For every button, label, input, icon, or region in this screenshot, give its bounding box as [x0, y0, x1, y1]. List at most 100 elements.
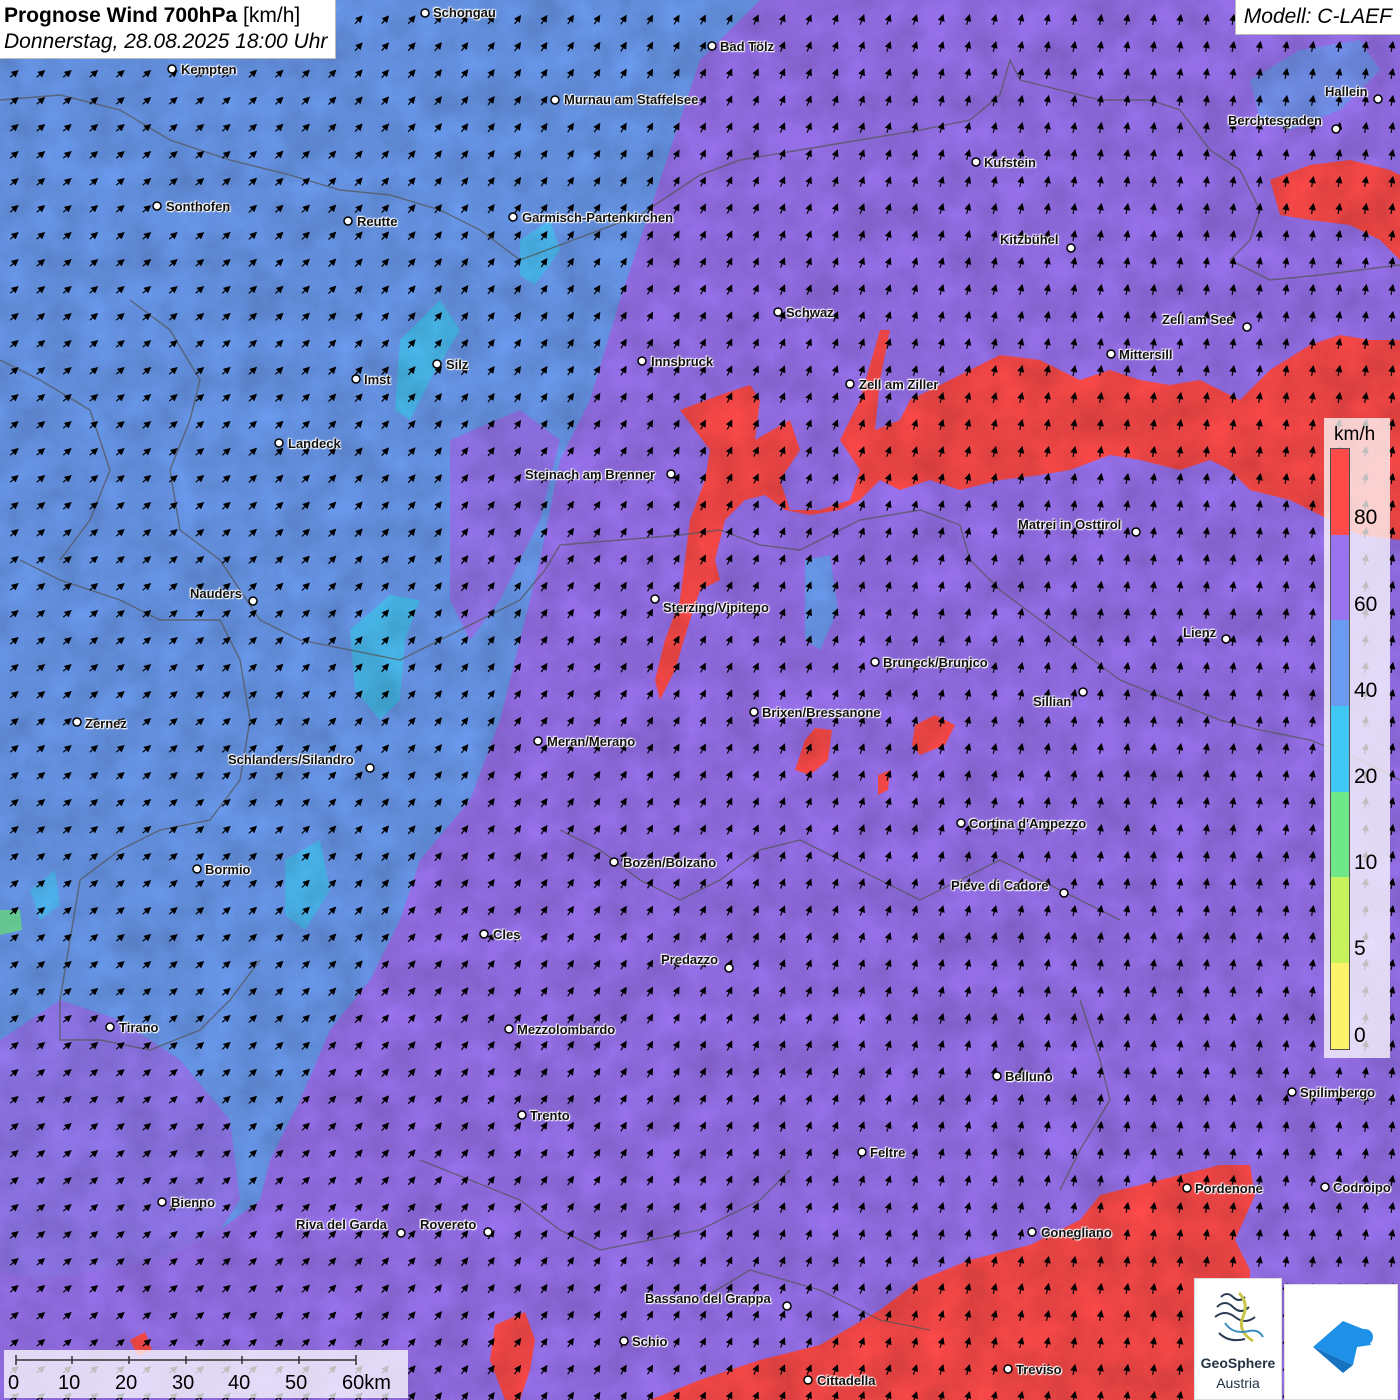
city-label: Sterzing/Vipiteno	[663, 600, 769, 615]
legend-label-20: 20	[1354, 765, 1378, 788]
city-dot	[274, 438, 284, 448]
city-label: Zernez	[85, 716, 127, 731]
legend-seg-1	[1331, 534, 1349, 621]
city-label: Predazzo	[661, 952, 719, 967]
city-label: Tirano	[119, 1020, 159, 1035]
legend-seg-5	[1331, 877, 1349, 964]
city-label: Nauders	[190, 586, 243, 601]
city-label: Trento	[530, 1108, 570, 1123]
city-dot	[724, 963, 734, 973]
city-dot	[1373, 94, 1383, 104]
city-dot	[105, 1022, 115, 1032]
city-dot	[517, 1110, 527, 1120]
city-dot	[845, 379, 855, 389]
city-dot	[1320, 1182, 1330, 1192]
city-dot	[167, 64, 177, 74]
scale-label-50: 50	[285, 1372, 308, 1394]
legend-label-0: 0	[1354, 1024, 1366, 1047]
city-label: Bozen/Bolzano	[623, 855, 717, 870]
title-unit: [km/h]	[243, 4, 301, 27]
city-label: Zell am See	[1162, 312, 1234, 327]
city-label: Belluno	[1005, 1069, 1053, 1084]
scale-label-60km: 60km	[342, 1372, 391, 1394]
legend-label-5: 5	[1354, 937, 1366, 960]
city-label: Lienz	[1183, 625, 1217, 640]
city-dot	[157, 1197, 167, 1207]
city-dot	[956, 818, 966, 828]
city-label: Reutte	[357, 214, 398, 229]
geosphere-logo: GeoSphere Austria	[1194, 1278, 1282, 1400]
legend-seg-3	[1331, 706, 1349, 792]
legend-label-10: 10	[1354, 851, 1378, 874]
city-label: Sillian	[1033, 694, 1072, 709]
legend-label-60: 60	[1354, 593, 1378, 616]
city-dot	[420, 8, 430, 18]
city-label: Brixen/Bressanone	[762, 705, 881, 720]
city-dot	[707, 41, 717, 51]
city-label: Bassano del Grappa	[645, 1291, 771, 1306]
city-dot	[1242, 322, 1252, 332]
scale-label-20: 20	[115, 1372, 138, 1394]
city-label: Silz	[446, 357, 469, 372]
city-label: Schwaz	[786, 305, 834, 320]
city-dot	[396, 1228, 406, 1238]
city-label: Cles	[493, 927, 521, 942]
city-label: Landeck	[288, 436, 341, 451]
city-label: Treviso	[1016, 1362, 1062, 1377]
city-dot	[637, 356, 647, 366]
city-label: Kitzbühel	[1000, 232, 1059, 247]
scale-label-0: 0	[8, 1372, 20, 1394]
legend-color-bar	[1330, 448, 1350, 1050]
city-dot	[365, 763, 375, 773]
city-dot	[351, 374, 361, 384]
city-dot	[803, 1375, 813, 1385]
city-label: Schlanders/Silandro	[228, 752, 354, 767]
city-dot	[773, 307, 783, 317]
city-label: Schongau	[433, 5, 496, 20]
city-dot	[550, 95, 560, 105]
city-dot	[479, 929, 489, 939]
city-dot	[609, 857, 619, 867]
city-label: Riva del Garda	[296, 1217, 388, 1232]
city-label: Conegliano	[1041, 1225, 1112, 1240]
city-label: Imst	[364, 372, 391, 387]
city-dot	[1078, 687, 1088, 697]
city-label: Berchtesgaden	[1228, 113, 1322, 128]
city-label: Murnau am Staffelsee	[564, 92, 699, 107]
city-label: Mittersill	[1119, 347, 1173, 362]
city-dot	[1182, 1183, 1192, 1193]
color-legend: km/h 80 60 40 20 10 5 0	[1324, 418, 1390, 1058]
city-label: Garmisch-Partenkirchen	[522, 210, 674, 225]
legend-seg-6	[1331, 963, 1349, 1049]
logo-text-austria: Austria	[1216, 1375, 1260, 1391]
scale-bar: 0 10 20 30 40 50 60km	[4, 1350, 408, 1398]
legend-unit: km/h	[1334, 424, 1376, 445]
city-dot	[1221, 634, 1231, 644]
city-label: Matrei in Osttirol	[1018, 517, 1122, 532]
city-label: Sonthofen	[166, 199, 231, 214]
legend-label-40: 40	[1354, 679, 1378, 702]
app-logo	[1284, 1284, 1398, 1400]
city-dot	[650, 594, 660, 604]
city-dot	[432, 359, 442, 369]
city-dot	[72, 717, 82, 727]
city-dot	[152, 201, 162, 211]
geosphere-emblem-icon	[1214, 1291, 1264, 1343]
city-dot	[666, 469, 676, 479]
city-label: Cittadella	[817, 1373, 876, 1388]
city-label: Innsbruck	[651, 354, 714, 369]
city-label: Feltre	[870, 1145, 906, 1160]
city-label: Bienno	[171, 1195, 216, 1210]
city-dot	[992, 1071, 1002, 1081]
city-label: Kempten	[181, 62, 237, 77]
city-dot	[1131, 527, 1141, 537]
app-logo-icon	[1313, 1321, 1373, 1373]
title-box: Prognose Wind 700hPa [km/h] Donnerstag, …	[0, 0, 337, 59]
city-label: Meran/Merano	[547, 734, 636, 749]
legend-seg-2	[1331, 620, 1349, 707]
city-dot	[782, 1301, 792, 1311]
legend-seg-4	[1331, 791, 1349, 878]
scale-label-10: 10	[58, 1372, 81, 1394]
model-label: Modell: C-LAEF	[1234, 0, 1400, 35]
city-dot	[1106, 349, 1116, 359]
